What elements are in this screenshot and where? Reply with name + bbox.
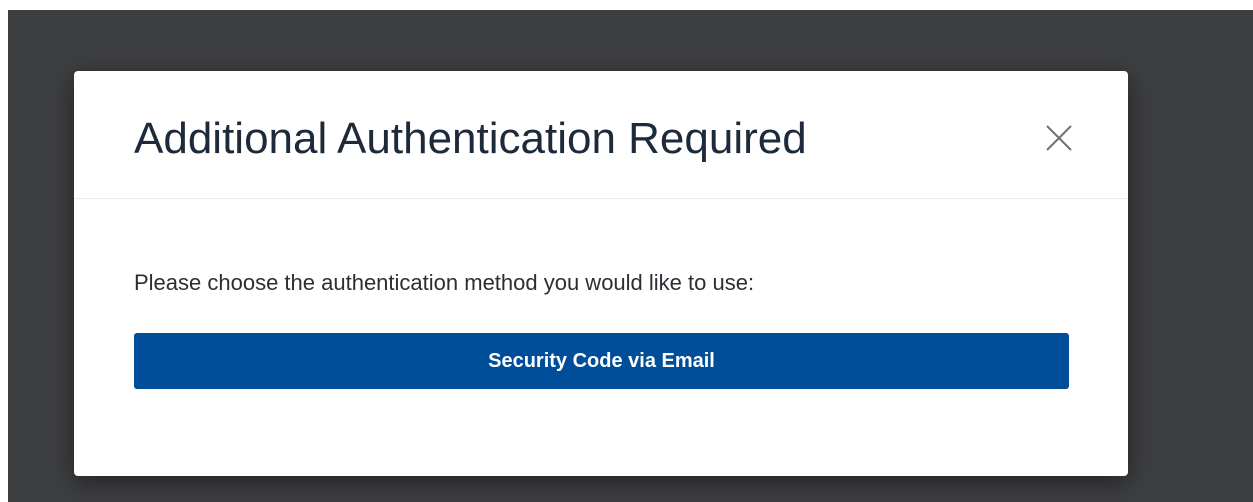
dialog-title: Additional Authentication Required — [134, 114, 807, 163]
close-icon — [1046, 125, 1072, 151]
dialog-header: Additional Authentication Required — [74, 71, 1128, 199]
close-button[interactable] — [1042, 121, 1076, 155]
security-code-email-button[interactable]: Security Code via Email — [134, 333, 1069, 389]
authentication-dialog: Additional Authentication Required Pleas… — [74, 71, 1128, 476]
authentication-prompt: Please choose the authentication method … — [134, 270, 755, 295]
